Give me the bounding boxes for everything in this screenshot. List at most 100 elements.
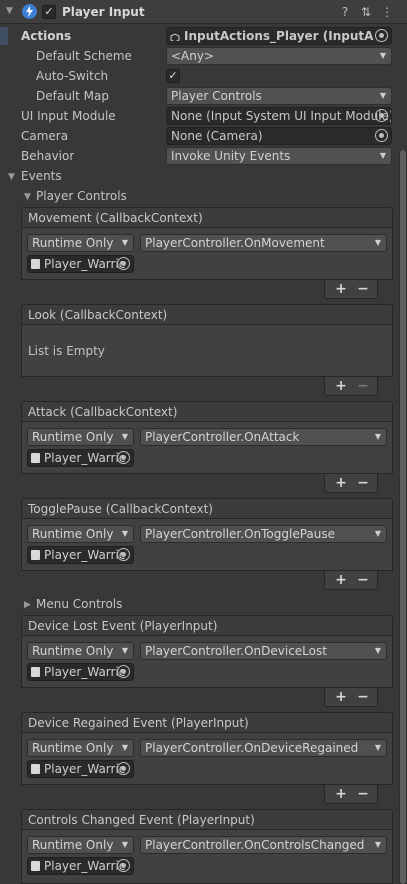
input-actions-asset-icon xyxy=(170,31,180,41)
ui-input-module-field[interactable]: None (Input System UI Input Module) xyxy=(166,107,392,125)
chevron-down-icon: ▼ xyxy=(121,840,128,849)
device-regained-target-field[interactable]: Player_Warric xyxy=(27,760,134,778)
chevron-down-icon: ▼ xyxy=(379,91,386,100)
object-picker-icon[interactable] xyxy=(375,129,388,142)
chevron-down-icon: ▼ xyxy=(374,743,381,752)
movement-list-footer: + − xyxy=(324,280,378,299)
runtime-value: Runtime Only xyxy=(32,236,114,250)
add-listener-button[interactable]: + xyxy=(333,475,349,491)
attack-event-header: Attack (CallbackContext) xyxy=(21,401,393,422)
presets-icon[interactable]: ⇅ xyxy=(359,5,373,19)
device-lost-target-field[interactable]: Player_Warric xyxy=(27,663,134,681)
runtime-value: Runtime Only xyxy=(32,430,114,444)
foldout-arrow-icon[interactable]: ▼ xyxy=(6,6,13,16)
device-regained-function-dropdown[interactable]: PlayerController.OnDeviceRegained ▼ xyxy=(140,739,387,757)
camera-field[interactable]: None (Camera) xyxy=(166,127,392,145)
empty-list-text: List is Empty xyxy=(28,344,105,358)
object-picker-icon[interactable] xyxy=(375,29,388,42)
behavior-dropdown[interactable]: Invoke Unity Events ▼ xyxy=(166,147,392,165)
gameobject-icon xyxy=(31,453,40,463)
add-listener-button[interactable]: + xyxy=(333,572,349,588)
object-picker-icon[interactable] xyxy=(117,665,130,678)
menu-controls-foldout-icon[interactable]: ▶ xyxy=(24,600,31,610)
gameobject-icon xyxy=(31,667,40,677)
chevron-down-icon: ▼ xyxy=(121,238,128,247)
gameobject-icon xyxy=(31,861,40,871)
movement-target-field[interactable]: Player_Warric xyxy=(27,255,134,273)
device-regained-list-footer: + − xyxy=(324,785,378,804)
target-value: Player_Warric xyxy=(44,665,126,679)
movement-function-dropdown[interactable]: PlayerController.OnMovement ▼ xyxy=(140,234,387,252)
camera-value: None (Camera) xyxy=(171,129,263,143)
add-listener-button[interactable]: + xyxy=(333,281,349,297)
default-map-label: Default Map xyxy=(36,89,109,103)
runtime-value: Runtime Only xyxy=(32,741,114,755)
chevron-down-icon: ▼ xyxy=(374,646,381,655)
controls-changed-function-dropdown[interactable]: PlayerController.OnControlsChanged ▼ xyxy=(140,836,387,854)
auto-switch-label: Auto-Switch xyxy=(36,69,109,83)
remove-listener-button[interactable]: − xyxy=(355,281,371,297)
chevron-down-icon: ▼ xyxy=(374,840,381,849)
add-listener-button[interactable]: + xyxy=(333,786,349,802)
chevron-down-icon: ▼ xyxy=(121,646,128,655)
actions-field[interactable]: InputActions_Player (InputA xyxy=(166,27,392,45)
help-icon[interactable]: ? xyxy=(338,5,352,19)
behavior-label: Behavior xyxy=(21,149,75,163)
remove-listener-button[interactable]: − xyxy=(355,689,371,705)
function-value: PlayerController.OnControlsChanged xyxy=(145,838,365,852)
object-picker-icon[interactable] xyxy=(117,451,130,464)
object-picker-icon[interactable] xyxy=(117,257,130,270)
function-value: PlayerController.OnMovement xyxy=(145,236,325,250)
component-title: Player Input xyxy=(62,5,145,19)
function-value: PlayerController.OnAttack xyxy=(145,430,300,444)
target-value: Player_Warric xyxy=(44,257,126,271)
remove-listener-button[interactable]: − xyxy=(355,572,371,588)
object-picker-icon[interactable] xyxy=(117,859,130,872)
attack-function-dropdown[interactable]: PlayerController.OnAttack ▼ xyxy=(140,428,387,446)
default-scheme-label: Default Scheme xyxy=(36,49,132,63)
add-listener-button[interactable]: + xyxy=(333,689,349,705)
movement-runtime-dropdown[interactable]: Runtime Only ▼ xyxy=(27,234,134,252)
object-picker-icon[interactable] xyxy=(117,548,130,561)
add-listener-button[interactable]: + xyxy=(333,378,349,394)
runtime-value: Runtime Only xyxy=(32,644,114,658)
device-lost-runtime-dropdown[interactable]: Runtime Only ▼ xyxy=(27,642,134,660)
auto-switch-checkbox[interactable]: ✓ xyxy=(166,69,180,83)
attack-target-field[interactable]: Player_Warric xyxy=(27,449,134,467)
default-map-dropdown[interactable]: Player Controls ▼ xyxy=(166,87,392,105)
target-value: Player_Warric xyxy=(44,548,126,562)
menu-controls-label[interactable]: Menu Controls xyxy=(36,595,122,613)
events-foldout-icon[interactable]: ▼ xyxy=(8,172,15,182)
events-label[interactable]: Events xyxy=(21,167,62,185)
attack-runtime-dropdown[interactable]: Runtime Only ▼ xyxy=(27,428,134,446)
context-menu-icon[interactable]: ⋮ xyxy=(380,5,394,19)
togglepause-runtime-dropdown[interactable]: Runtime Only ▼ xyxy=(27,525,134,543)
device-regained-event-header: Device Regained Event (PlayerInput) xyxy=(21,712,393,733)
device-regained-runtime-dropdown[interactable]: Runtime Only ▼ xyxy=(27,739,134,757)
togglepause-target-field[interactable]: Player_Warric xyxy=(27,546,134,564)
default-scheme-value: <Any> xyxy=(171,49,215,63)
player-controls-foldout-icon[interactable]: ▼ xyxy=(24,192,31,202)
togglepause-list-footer: + − xyxy=(324,571,378,590)
device-lost-function-dropdown[interactable]: PlayerController.OnDeviceLost ▼ xyxy=(140,642,387,660)
object-picker-icon[interactable] xyxy=(117,762,130,775)
default-scheme-dropdown[interactable]: <Any> ▼ xyxy=(166,47,392,65)
player-controls-label[interactable]: Player Controls xyxy=(36,187,127,205)
object-picker-icon[interactable] xyxy=(375,109,388,122)
togglepause-function-dropdown[interactable]: PlayerController.OnTogglePause ▼ xyxy=(140,525,387,543)
device-lost-list-footer: + − xyxy=(324,688,378,707)
remove-listener-button[interactable]: − xyxy=(355,475,371,491)
function-value: PlayerController.OnTogglePause xyxy=(145,527,336,541)
selection-marker xyxy=(0,27,8,45)
runtime-value: Runtime Only xyxy=(32,527,114,541)
chevron-down-icon: ▼ xyxy=(379,51,386,60)
controls-changed-target-field[interactable]: Player_Warric xyxy=(27,857,134,875)
remove-listener-button: − xyxy=(357,378,369,394)
device-lost-event-header: Device Lost Event (PlayerInput) xyxy=(21,615,393,636)
component-enabled-checkbox[interactable]: ✓ xyxy=(42,5,56,19)
default-map-value: Player Controls xyxy=(171,89,262,103)
actions-label: Actions xyxy=(21,29,72,43)
remove-listener-button[interactable]: − xyxy=(355,786,371,802)
controls-changed-runtime-dropdown[interactable]: Runtime Only ▼ xyxy=(27,836,134,854)
scrollbar-thumb[interactable] xyxy=(400,150,406,884)
